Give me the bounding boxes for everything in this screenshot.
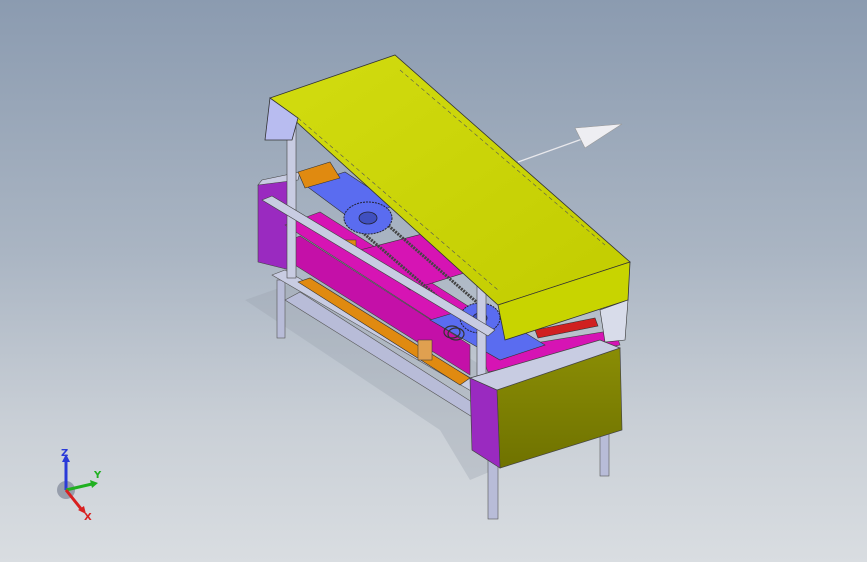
z-axis-label: Z [61,448,68,459]
coordinate-triad: Z Y X [57,448,102,523]
orange-bracket-2 [417,339,433,361]
graphics-viewport[interactable]: Z Y X [0,0,867,562]
machine-model[interactable] [0,0,867,562]
direction-arrow [517,123,623,163]
left-post [286,117,297,279]
drive-sprocket-large [343,201,393,235]
x-axis-label: X [84,512,92,523]
back-left-leg [276,279,286,339]
left-end-panel [257,174,291,271]
y-axis-label: Y [93,470,102,481]
